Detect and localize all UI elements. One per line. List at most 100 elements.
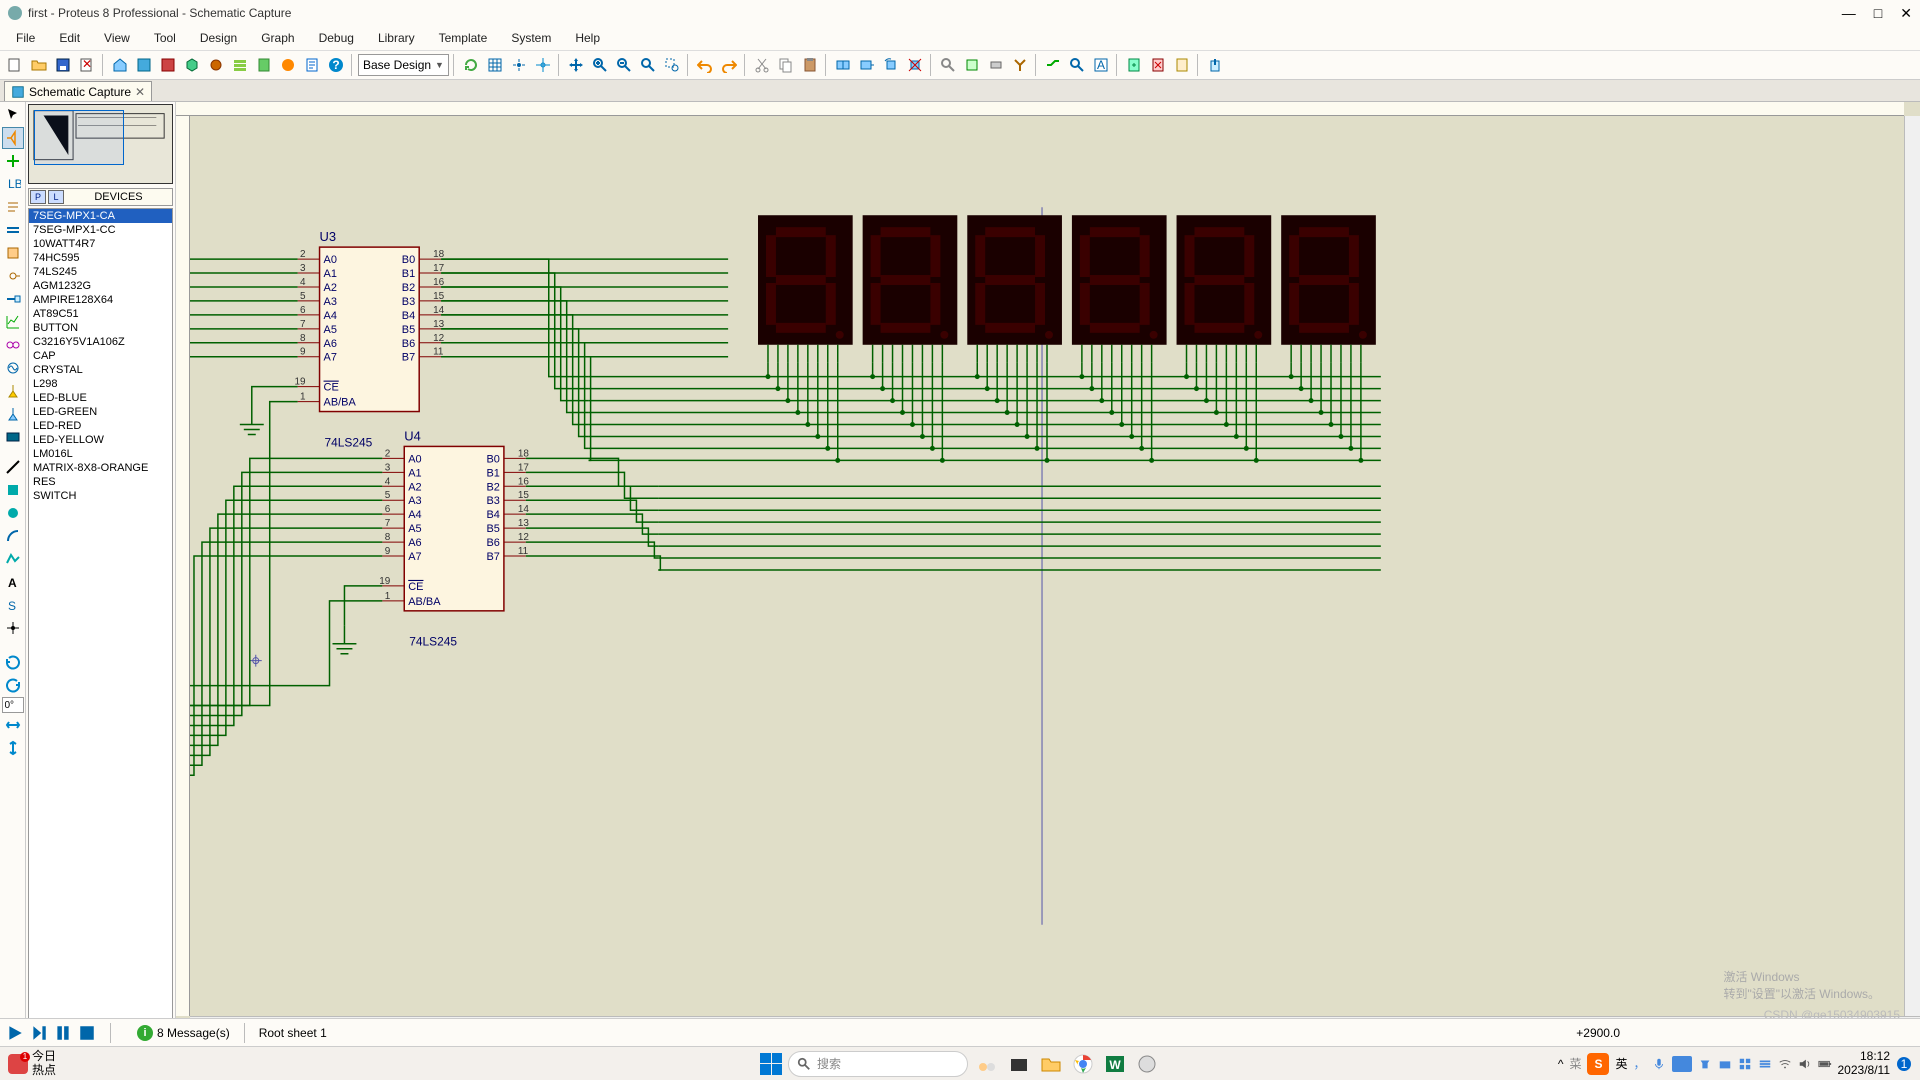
bus-mode-icon[interactable] [2, 219, 24, 241]
graph-mode-icon[interactable] [2, 311, 24, 333]
volume-icon[interactable] [1798, 1057, 1812, 1071]
start-button[interactable] [760, 1053, 782, 1075]
refresh-icon[interactable] [460, 54, 482, 76]
menu-debug[interactable]: Debug [309, 29, 364, 47]
pcb-icon[interactable] [157, 54, 179, 76]
device-pin-icon[interactable] [2, 288, 24, 310]
menu-edit[interactable]: Edit [49, 29, 90, 47]
text-script-icon[interactable] [2, 196, 24, 218]
2d-line-icon[interactable] [2, 456, 24, 478]
rotate-cw-icon[interactable] [2, 651, 24, 673]
device-item[interactable]: CAP [29, 349, 172, 363]
settings-tray-icon[interactable] [1758, 1057, 1772, 1071]
step-button[interactable] [30, 1024, 48, 1042]
2d-box-icon[interactable] [2, 479, 24, 501]
snap-icon[interactable] [508, 54, 530, 76]
3d-icon[interactable] [181, 54, 203, 76]
excel-icon[interactable]: W [1102, 1051, 1128, 1077]
component-mode-icon[interactable] [2, 127, 24, 149]
new-sheet-icon[interactable] [1123, 54, 1145, 76]
bom-icon[interactable] [253, 54, 275, 76]
sogou-ime-icon[interactable]: S [1587, 1053, 1609, 1075]
pick-device-button[interactable]: P [30, 190, 46, 204]
menu-view[interactable]: View [94, 29, 140, 47]
tape-icon[interactable] [2, 334, 24, 356]
menu-system[interactable]: System [501, 29, 561, 47]
menu-design[interactable]: Design [190, 29, 247, 47]
zoom-area-icon[interactable] [661, 54, 683, 76]
device-item[interactable]: MATRIX-8X8-ORANGE [29, 461, 172, 475]
close-project-icon[interactable]: ✕ [76, 54, 98, 76]
junction-mode-icon[interactable] [2, 150, 24, 172]
goto-sheet-icon[interactable] [1171, 54, 1193, 76]
wifi-icon[interactable] [1778, 1057, 1792, 1071]
clock[interactable]: 18:122023/8/11 [1838, 1050, 1891, 1076]
library-button[interactable]: L [48, 190, 64, 204]
selection-mode-icon[interactable] [2, 104, 24, 126]
property-icon[interactable]: A [1090, 54, 1112, 76]
subcircuit-icon[interactable] [2, 242, 24, 264]
rotate-ccw-icon[interactable] [2, 674, 24, 696]
vertical-scrollbar[interactable] [1904, 116, 1920, 1016]
battery-icon[interactable] [1818, 1057, 1832, 1071]
exit-icon[interactable] [1204, 54, 1226, 76]
device-item[interactable]: LM016L [29, 447, 172, 461]
terminal-icon[interactable] [2, 265, 24, 287]
menu-help[interactable]: Help [565, 29, 610, 47]
home-icon[interactable] [109, 54, 131, 76]
device-item[interactable]: SWITCH [29, 489, 172, 503]
design-explorer-icon[interactable] [229, 54, 251, 76]
erc-icon[interactable] [277, 54, 299, 76]
taskbar-search[interactable]: 搜索 [788, 1051, 968, 1077]
block-move-icon[interactable] [856, 54, 878, 76]
schematic-canvas[interactable]: U374LS245A02B018A13B117A24B216A35B315A46… [176, 102, 1920, 1032]
notification-icon[interactable]: 1 [1896, 1056, 1912, 1072]
weather-widget[interactable]: 今日热点 [8, 1050, 56, 1076]
device-list[interactable]: 7SEG-MPX1-CA7SEG-MPX1-CC10WATT4R774HC595… [28, 208, 173, 1030]
grid-icon[interactable] [484, 54, 506, 76]
play-button[interactable] [6, 1024, 24, 1042]
rotation-input[interactable] [2, 697, 24, 713]
stop-button[interactable] [78, 1024, 96, 1042]
device-item[interactable]: 7SEG-MPX1-CA [29, 209, 172, 223]
marker-icon[interactable] [2, 617, 24, 639]
ime-punct-icon[interactable]: ， [1633, 1055, 1645, 1072]
remove-sheet-icon[interactable] [1147, 54, 1169, 76]
undo-icon[interactable] [694, 54, 716, 76]
block-copy-icon[interactable] [832, 54, 854, 76]
tab-schematic[interactable]: Schematic Capture ✕ [4, 81, 152, 101]
device-item[interactable]: LED-RED [29, 419, 172, 433]
source-icon[interactable] [301, 54, 323, 76]
zoom-in-icon[interactable] [589, 54, 611, 76]
2d-circle-icon[interactable] [2, 502, 24, 524]
design-overview[interactable] [28, 104, 173, 184]
tab-close-icon[interactable]: ✕ [135, 85, 145, 99]
minimize-button[interactable]: — [1842, 5, 1856, 22]
mic-icon[interactable] [1652, 1057, 1666, 1071]
device-item[interactable]: 7SEG-MPX1-CC [29, 223, 172, 237]
wire-autoroute-icon[interactable] [1042, 54, 1064, 76]
decompose-icon[interactable] [1009, 54, 1031, 76]
device-item[interactable]: L298 [29, 377, 172, 391]
paste-icon[interactable] [799, 54, 821, 76]
explorer-icon[interactable] [1038, 1051, 1064, 1077]
device-item[interactable]: RES [29, 475, 172, 489]
device-item[interactable]: CRYSTAL [29, 363, 172, 377]
device-item[interactable]: AT89C51 [29, 307, 172, 321]
device-item[interactable]: C3216Y5V1A106Z [29, 335, 172, 349]
zoom-all-icon[interactable] [637, 54, 659, 76]
device-item[interactable]: 74HC595 [29, 251, 172, 265]
wire-label-icon[interactable]: LBL [2, 173, 24, 195]
current-probe-icon[interactable] [2, 403, 24, 425]
origin-icon[interactable] [532, 54, 554, 76]
design-combo[interactable]: Base Design▼ [358, 54, 449, 76]
messages-indicator[interactable]: i 8 Message(s) [137, 1025, 230, 1041]
pan-icon[interactable] [565, 54, 587, 76]
copy-icon[interactable] [775, 54, 797, 76]
flip-h-icon[interactable] [2, 714, 24, 736]
packaging-icon[interactable] [985, 54, 1007, 76]
pause-button[interactable] [54, 1024, 72, 1042]
2d-path-icon[interactable] [2, 548, 24, 570]
menu-template[interactable]: Template [429, 29, 498, 47]
redo-icon[interactable] [718, 54, 740, 76]
